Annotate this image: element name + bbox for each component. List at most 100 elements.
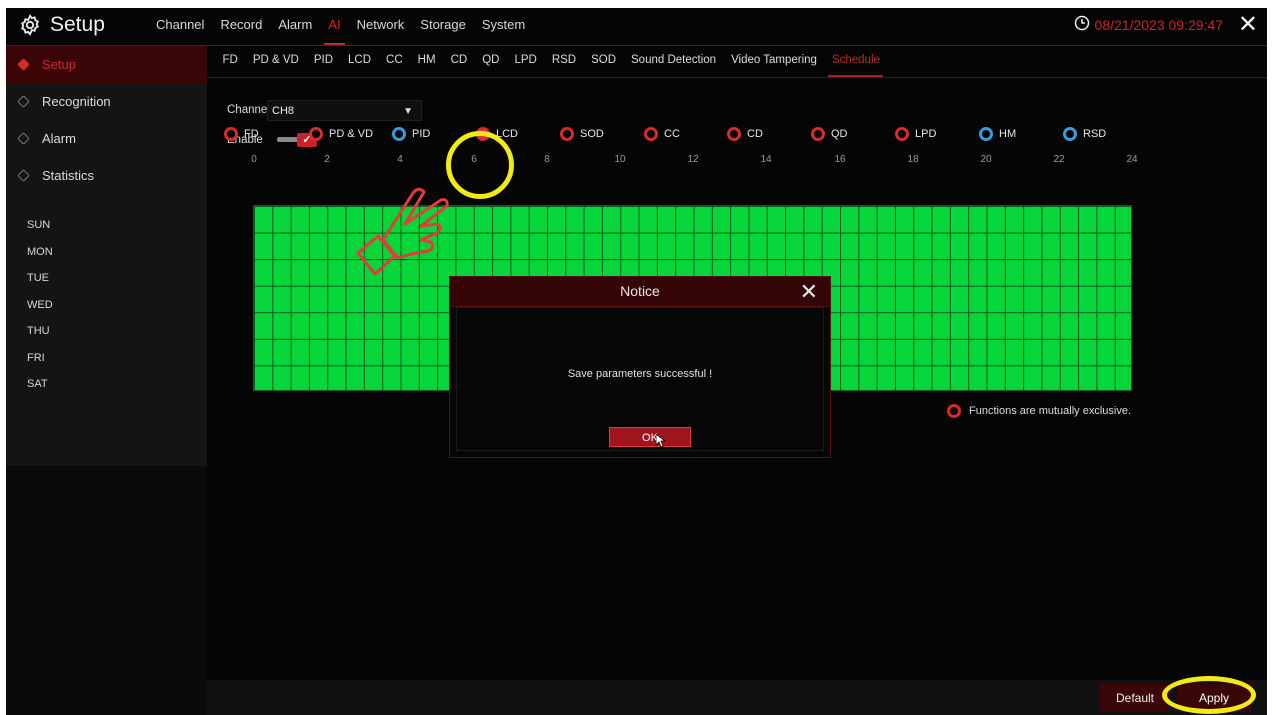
radio-sod[interactable]: SOD (560, 127, 604, 141)
diamond-icon (17, 58, 30, 71)
radio-icon (560, 127, 574, 141)
page-title: Setup (50, 13, 105, 36)
tab-sound-detection[interactable]: Sound Detection (624, 46, 724, 77)
bottom-bar: Default Apply (207, 680, 1267, 715)
tab-schedule[interactable]: Schedule (824, 46, 887, 77)
sidebar-item-alarm[interactable]: Alarm (6, 120, 207, 157)
top-nav-network[interactable]: Network (349, 8, 413, 45)
top-nav-record[interactable]: Record (212, 8, 270, 45)
sidebar-item-setup[interactable]: Setup (6, 46, 207, 83)
tab-video-tampering[interactable]: Video Tampering (724, 46, 825, 77)
hour-label: 16 (834, 154, 846, 165)
radio-cc[interactable]: CC (644, 127, 680, 141)
radio-label: CC (664, 128, 680, 140)
radio-label: FD (244, 128, 259, 140)
tab-lcd[interactable]: LCD (341, 46, 379, 77)
notice-dialog: Notice ✕ Save parameters successful ! OK (449, 276, 831, 458)
dialog-message: Save parameters successful ! (567, 368, 713, 380)
radio-label: PID (412, 128, 431, 140)
radio-icon (947, 404, 961, 418)
ok-button[interactable]: OK (609, 427, 691, 447)
radio-label: SOD (580, 128, 604, 140)
tab-qd[interactable]: QD (475, 46, 507, 77)
diamond-icon (17, 95, 30, 108)
radio-icon (644, 127, 658, 141)
hour-label: 14 (760, 154, 772, 165)
mouse-cursor-icon (655, 433, 667, 453)
tab-sod[interactable]: SOD (584, 46, 624, 77)
hour-label: 20 (980, 154, 992, 165)
hour-label: 22 (1053, 154, 1065, 165)
radio-pd-vd[interactable]: PD & VD (309, 127, 373, 141)
close-icon[interactable]: ✕ (800, 277, 818, 306)
radio-icon (811, 127, 825, 141)
tab-hm[interactable]: HM (410, 46, 443, 77)
tab-fd[interactable]: FD (215, 46, 245, 77)
legend: Functions are mutually exclusive. (947, 404, 1131, 418)
pointing-hand-icon (353, 178, 453, 293)
sidebar-item-recognition[interactable]: Recognition (6, 83, 207, 120)
radio-label: CD (747, 128, 763, 140)
hour-label: 0 (251, 154, 257, 165)
top-nav-alarm[interactable]: Alarm (270, 8, 320, 45)
day-label: TUE (27, 272, 49, 284)
day-label: WED (27, 299, 53, 311)
tab-pd-vd[interactable]: PD & VD (245, 46, 306, 77)
datetime: 08/21/2023 09:29:47 (1094, 16, 1223, 33)
diamond-icon (17, 169, 30, 182)
hour-label: 10 (614, 154, 626, 165)
radio-lpd[interactable]: LPD (895, 127, 936, 141)
radio-label: RSD (1083, 128, 1107, 140)
diamond-icon (17, 132, 30, 145)
tab-cd[interactable]: CD (443, 46, 475, 77)
radio-icon (727, 127, 741, 141)
day-label: FRI (27, 352, 45, 364)
top-nav-storage[interactable]: Storage (412, 8, 474, 45)
radio-hm[interactable]: HM (979, 127, 1016, 141)
radio-label: QD (831, 128, 848, 140)
tab-cc[interactable]: CC (379, 46, 411, 77)
sidebar-item-statistics[interactable]: Statistics (6, 157, 207, 194)
hour-label: 2 (324, 154, 330, 165)
channel-select[interactable]: CH8 ▼ (267, 100, 422, 121)
top-nav-system[interactable]: System (474, 8, 533, 45)
default-button[interactable]: Default (1100, 684, 1170, 712)
top-nav-channel[interactable]: Channel (148, 8, 212, 45)
radio-pid[interactable]: PID (392, 127, 430, 141)
radio-label: PD & VD (329, 128, 374, 140)
day-label: MON (27, 246, 53, 258)
hour-label: 24 (1126, 154, 1138, 165)
day-label: SUN (27, 219, 51, 231)
sub-tabs: FD PD & VD PID LCD CC HM CD QD LPD RSD S… (207, 46, 1267, 78)
dialog-header: Notice ✕ (450, 277, 830, 307)
sidebar-item-label: Recognition (42, 94, 111, 109)
tab-lpd[interactable]: LPD (507, 46, 544, 77)
clock: 08/21/2023 09:29:47 (1074, 15, 1223, 34)
day-label: THU (27, 325, 50, 337)
top-nav-ai[interactable]: AI (320, 8, 348, 45)
radio-fd[interactable]: FD (224, 127, 259, 141)
highlight-oval (1162, 676, 1256, 714)
top-bar: Setup Channel Record Alarm AI Network St… (6, 8, 1267, 46)
radio-qd[interactable]: QD (811, 127, 848, 141)
radio-icon (1063, 127, 1077, 141)
radio-label: LPD (915, 128, 937, 140)
channel-label: Channel (227, 104, 270, 116)
tab-rsd[interactable]: RSD (544, 46, 583, 77)
app-window: Setup Channel Record Alarm AI Network St… (6, 8, 1267, 715)
sidebar-item-label: Setup (42, 57, 76, 72)
day-label: SAT (27, 378, 48, 390)
hour-label: 12 (687, 154, 699, 165)
hour-label: 18 (907, 154, 919, 165)
legend-text: Functions are mutually exclusive. (969, 405, 1132, 417)
highlight-circle (446, 131, 514, 199)
radio-label: HM (999, 128, 1017, 140)
tab-pid[interactable]: PID (306, 46, 340, 77)
radio-rsd[interactable]: RSD (1063, 127, 1106, 141)
close-icon[interactable]: ✕ (1238, 13, 1258, 37)
chevron-down-icon: ▼ (403, 106, 413, 117)
radio-cd[interactable]: CD (727, 127, 763, 141)
radio-icon (309, 127, 323, 141)
dialog-title: Notice (620, 283, 660, 299)
gear-icon (19, 14, 41, 36)
